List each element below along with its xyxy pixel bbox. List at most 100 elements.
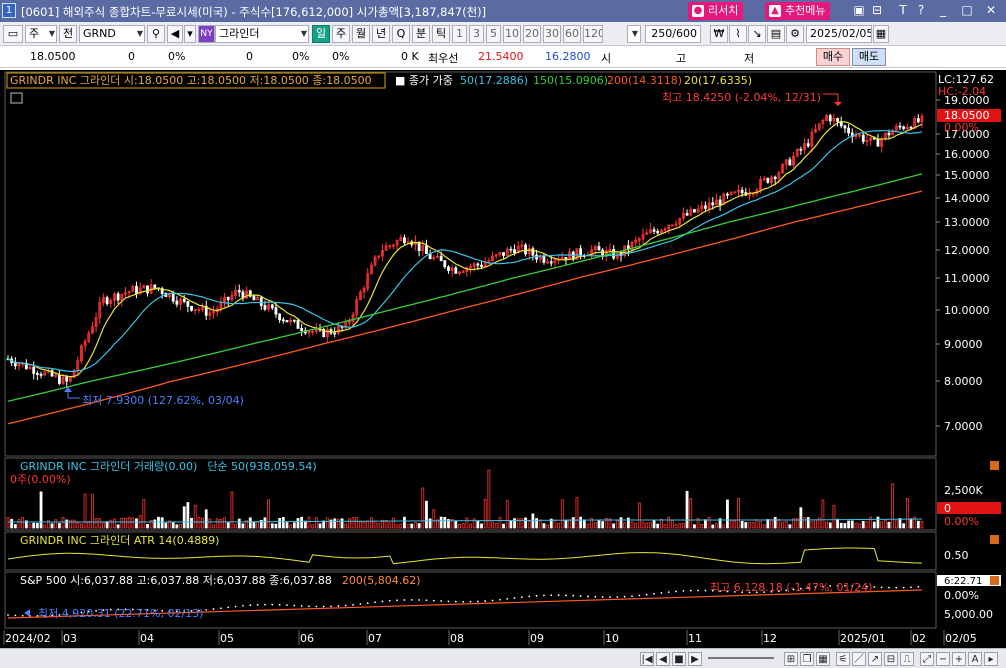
volume-bar — [120, 517, 124, 529]
font-toggle-icon[interactable]: A — [968, 652, 982, 666]
calendar-icon[interactable]: ▦ — [873, 25, 889, 43]
title-bar: 1 [0601] 해외주식 종합차트-무료시세(미국) - 주식수[176,61… — [0, 0, 1006, 22]
volume-bar — [94, 518, 98, 529]
speaker-dropdown-icon[interactable]: ▾ — [184, 25, 196, 43]
timeframe-button-0[interactable]: 일 — [312, 25, 330, 43]
help-icon[interactable]: ? — [914, 3, 928, 18]
research-button[interactable]: ● 리서치 — [688, 2, 744, 20]
layout-icon[interactable]: ▭ — [3, 25, 23, 43]
volume-bar — [285, 522, 289, 529]
minute-button-120[interactable]: 120 — [583, 25, 603, 43]
sp500-point — [645, 593, 648, 596]
sp500-point — [374, 601, 376, 604]
stop-icon[interactable]: ■ — [672, 652, 686, 666]
crosshair-icon[interactable]: ⊞ — [784, 652, 798, 666]
link-window-icon[interactable]: ▣ — [852, 3, 866, 18]
volume-bar — [54, 519, 58, 529]
minute-button-3[interactable]: 3 — [469, 25, 484, 43]
atr-close-icon[interactable] — [990, 535, 999, 544]
timeframe-button-4[interactable]: Q — [392, 25, 410, 43]
save-icon[interactable]: ▤ — [767, 25, 785, 43]
period-type-select[interactable]: 주 ▼ — [25, 25, 57, 43]
copy-icon[interactable]: ❐ — [800, 652, 814, 666]
buy-button[interactable]: 매수 — [816, 48, 850, 66]
scroll-first-icon[interactable]: |◀ — [640, 652, 654, 666]
trend-icon[interactable]: ↗ — [868, 652, 882, 666]
line-icon[interactable]: ／ — [852, 652, 866, 666]
text-tool-icon[interactable]: ⎍ — [900, 652, 914, 666]
symbol-input[interactable]: GRND ▼ — [79, 25, 145, 43]
sp500-point — [572, 594, 575, 597]
symbol-value: GRND — [83, 27, 116, 40]
tile-window-icon[interactable]: ⊟ — [870, 3, 884, 18]
minute-button-20[interactable]: 20 — [523, 25, 541, 43]
recommend-menu-button[interactable]: ▲ 추천메뉴 — [765, 2, 831, 20]
minute-button-60[interactable]: 60 — [563, 25, 581, 43]
search-icon[interactable]: ⚲ — [147, 25, 165, 43]
date-tick: 11 — [688, 632, 702, 645]
minute-button-10[interactable]: 10 — [503, 25, 521, 43]
window-number-badge[interactable]: 1 — [2, 3, 16, 18]
scroll-next-icon[interactable]: ▶ — [688, 652, 702, 666]
close-icon[interactable]: ✕ — [984, 3, 998, 18]
timeframe-button-2[interactable]: 월 — [352, 25, 370, 43]
minute-button-5[interactable]: 5 — [486, 25, 501, 43]
grid-toggle-icon[interactable] — [10, 92, 23, 104]
bars-count-input[interactable]: 250/600 — [645, 25, 701, 43]
volume-close-icon[interactable] — [990, 461, 999, 470]
minute-button-1[interactable]: 1 — [452, 25, 467, 43]
timeframe-button-5[interactable]: 분 — [412, 25, 430, 43]
full-button[interactable]: 전 — [59, 25, 77, 43]
volume-header-ma: 단순 50(938,059.54) — [207, 460, 316, 473]
volume-bar — [480, 523, 483, 529]
volume-bar — [894, 520, 898, 529]
speaker-icon[interactable]: ◀ — [167, 25, 183, 43]
minimize-icon[interactable]: _ — [936, 3, 950, 18]
chart-canvas[interactable]: 19.000017.000016.000015.000014.000013.00… — [0, 70, 1006, 648]
volume-bar — [10, 518, 14, 529]
zoom-slider[interactable] — [708, 657, 774, 659]
date-input[interactable]: 2025/02/05 — [806, 25, 872, 43]
moving-averages — [7, 121, 923, 425]
volume-bar — [733, 520, 737, 529]
sp500-point — [675, 590, 677, 593]
minute-dropdown[interactable]: ▼ — [627, 25, 641, 43]
zoom-fit-icon[interactable]: ⤢ — [920, 652, 934, 666]
timeframe-button-1[interactable]: 주 — [332, 25, 350, 43]
grid-icon[interactable]: ▦ — [816, 652, 830, 666]
date-tick: 05 — [220, 632, 234, 645]
indicator-icon[interactable]: ⌇ — [729, 25, 747, 43]
sp500-point — [873, 586, 876, 588]
scroll-end-icon[interactable]: ▸ — [984, 652, 998, 666]
zoom-in-icon[interactable]: + — [952, 652, 966, 666]
sell-button[interactable]: 매도 — [852, 48, 886, 66]
volume-bar — [810, 521, 814, 529]
chevron-down-icon: ▼ — [300, 29, 307, 38]
sp-close-icon[interactable] — [990, 576, 999, 585]
draw-tool-icon[interactable]: ↘ — [748, 25, 766, 43]
font-size-icon[interactable]: T — [896, 3, 910, 18]
settings-icon[interactable]: ⚙ — [786, 25, 804, 43]
chart-type-icon[interactable]: ⚟ — [836, 652, 850, 666]
ruler-icon[interactable]: ⊟ — [884, 652, 898, 666]
price-tick: 11.0000 — [944, 272, 990, 285]
zoom-out-icon[interactable]: − — [936, 652, 950, 666]
volume-bar — [454, 520, 458, 529]
volume-bar — [65, 519, 69, 529]
candle-body — [270, 304, 274, 309]
minute-button-30[interactable]: 30 — [543, 25, 561, 43]
scroll-prev-icon[interactable]: ◀ — [656, 652, 670, 666]
volume-bar — [869, 516, 873, 529]
volume-bar — [850, 520, 854, 529]
maximize-icon[interactable]: □ — [960, 3, 974, 18]
company-name-field[interactable]: 그라인더 ▼ — [215, 25, 309, 43]
low-label: 저 — [744, 52, 755, 65]
timeframe-button-6[interactable]: 틱 — [432, 25, 450, 43]
currency-icon[interactable]: ₩ — [710, 25, 728, 43]
sp500-point — [454, 600, 457, 603]
chart-area[interactable]: 19.0000 17.0000 16.0000 15.0000 14.0000 13.00… — [0, 70, 1006, 648]
volume-bar — [281, 517, 285, 529]
timeframe-button-3[interactable]: 년 — [372, 25, 390, 43]
sp500-point — [653, 592, 655, 595]
candle-body — [281, 319, 285, 322]
